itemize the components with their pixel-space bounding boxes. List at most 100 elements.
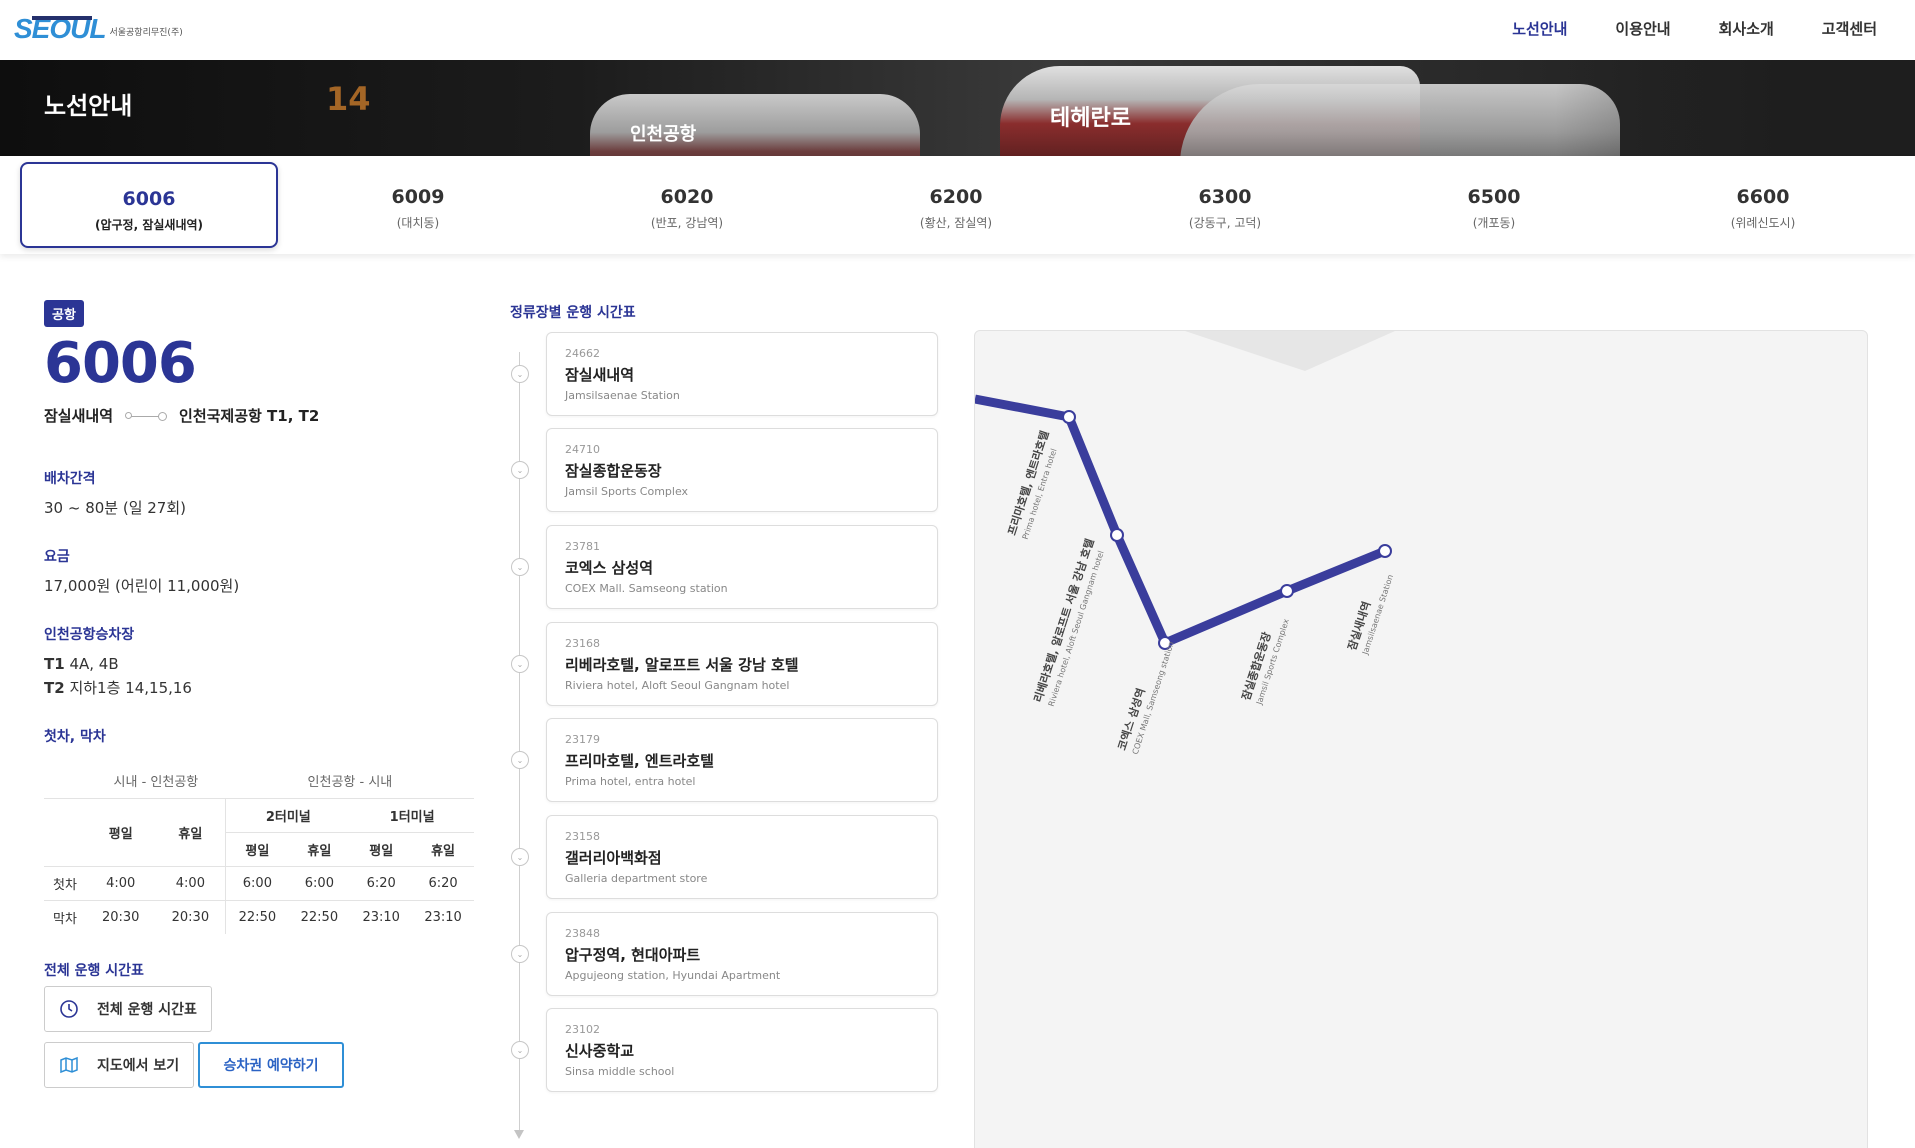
- tab-subtitle: (반포, 강남역): [650, 216, 724, 230]
- stop-name-en: COEX Mall. Samseong station: [565, 582, 728, 595]
- nav-route-info[interactable]: 노선안내: [1512, 18, 1567, 39]
- stop-card[interactable]: 23848 압구정역, 현대아파트 Apgujeong station, Hyu…: [546, 912, 938, 996]
- col-weekday: 평일: [225, 831, 289, 866]
- full-schedule-button-label: 전체 운행 시간표: [97, 1002, 197, 1018]
- tab-number: 6300: [1198, 186, 1252, 208]
- chevron-down-icon: ⌄: [511, 848, 529, 866]
- tab-6020[interactable]: 6020 (반포, 강남역): [558, 162, 816, 248]
- table-cell: 20:30: [86, 899, 156, 934]
- stop-card[interactable]: 23781 코엑스 삼성역 COEX Mall. Samseong statio…: [546, 525, 938, 609]
- table-row: 막차 20:30 20:30 22:50 22:50 23:10 23:10: [44, 899, 474, 934]
- tab-subtitle: (강동구, 고덕): [1188, 216, 1262, 230]
- stop-name: 리베라호텔, 알로프트 서울 강남 호텔: [565, 656, 799, 674]
- stop-name-en: Galleria department store: [565, 872, 708, 885]
- chevron-down-icon: ⌄: [511, 558, 529, 576]
- tab-subtitle: (황산, 잠실역): [919, 216, 993, 230]
- table-cell: 6:20: [350, 865, 413, 900]
- stop-name: 잠실종합운동장: [565, 462, 662, 480]
- chevron-down-icon: ⌄: [511, 655, 529, 673]
- nav-customer-center[interactable]: 고객센터: [1822, 18, 1877, 39]
- tab-6500[interactable]: 6500 (개포동): [1365, 162, 1623, 248]
- tab-6009[interactable]: 6009 (대치동): [289, 162, 547, 248]
- stop-name: 프리마호텔, 엔트라호텔: [565, 752, 714, 770]
- col-terminal-2: 2터미널: [225, 797, 351, 832]
- chevron-down-icon: ⌄: [511, 1041, 529, 1059]
- map-stop-marker[interactable]: [1062, 410, 1076, 424]
- route-map[interactable]: 프리마호텔, 엔트라호텔 Prima hotel, Entra hotel 리베…: [974, 330, 1868, 1148]
- t1-value: 4A, 4B: [69, 655, 119, 673]
- table-cell: 6:00: [225, 865, 289, 900]
- stop-name: 코엑스 삼성역: [565, 559, 654, 577]
- stop-code: 23848: [565, 927, 600, 940]
- hero-bus-image: [1180, 84, 1620, 156]
- stop-name: 압구정역, 현대아파트: [565, 946, 701, 964]
- stop-card[interactable]: 23168 리베라호텔, 알로프트 서울 강남 호텔 Riviera hotel…: [546, 622, 938, 706]
- stop-card[interactable]: 23102 신사중학교 Sinsa middle school: [546, 1008, 938, 1092]
- chevron-down-icon: ⌄: [511, 751, 529, 769]
- stop-card[interactable]: 23158 갤러리아백화점 Galleria department store: [546, 815, 938, 899]
- tab-number: 6200: [929, 186, 983, 208]
- map-stop-marker[interactable]: [1110, 528, 1124, 542]
- company-logo[interactable]: SEOUL 서울공항리무진(주): [14, 14, 183, 44]
- logo-bar: [32, 16, 92, 20]
- map-stop-marker[interactable]: [1280, 584, 1294, 598]
- stop-name-en: Sinsa middle school: [565, 1065, 675, 1078]
- route-type-badge: 공항: [44, 300, 84, 327]
- stop-name-en: Riviera hotel, Aloft Seoul Gangnam hotel: [565, 679, 790, 692]
- first-last-label: 첫차, 막차: [44, 729, 106, 745]
- reserve-ticket-button-label: 승차권 예약하기: [223, 1058, 319, 1074]
- first-last-table: 시내 - 인천공항 인천공항 - 시내 평일 휴일 2터미널 1터미널 평일 휴…: [44, 764, 474, 934]
- table-cell: 6:00: [288, 865, 351, 900]
- global-nav: 노선안내 이용안내 회사소개 고객센터: [1512, 18, 1877, 39]
- route-tabs: 6006 (압구정, 잠실새내역) 6009 (대치동) 6020 (반포, 강…: [0, 156, 1915, 254]
- col-weekday: 평일: [350, 831, 413, 866]
- interval-label: 배차간격: [44, 471, 96, 487]
- stop-code: 24710: [565, 443, 600, 456]
- stop-code: 24662: [565, 347, 600, 360]
- chevron-down-icon: ⌄: [511, 945, 529, 963]
- row-label: 첫차: [44, 865, 86, 900]
- map-stop-marker[interactable]: [1378, 544, 1392, 558]
- stop-name: 신사중학교: [565, 1042, 635, 1060]
- route-map-canvas: 프리마호텔, 엔트라호텔 Prima hotel, Entra hotel 리베…: [975, 331, 1395, 756]
- view-map-button[interactable]: 지도에서 보기: [44, 1042, 194, 1088]
- stop-code: 23168: [565, 637, 600, 650]
- hero-shade: [1555, 60, 1915, 156]
- tab-subtitle: (개포동): [1472, 216, 1516, 230]
- table-cell: 4:00: [86, 865, 156, 900]
- stop-card[interactable]: 24710 잠실종합운동장 Jamsil Sports Complex: [546, 428, 938, 512]
- hero-bg-number: 14: [326, 80, 371, 118]
- tab-6006[interactable]: 6006 (압구정, 잠실새내역): [20, 162, 278, 248]
- route-info-panel: 공항 6006 잠실새내역 인천국제공항 T1, T2 배차간격 30 ~ 80…: [44, 300, 474, 980]
- tab-number: 6600: [1736, 186, 1790, 208]
- stop-card[interactable]: 24662 잠실새내역 Jamsilsaenae Station: [546, 332, 938, 416]
- tab-number: 6009: [391, 186, 445, 208]
- nav-usage-info[interactable]: 이용안내: [1615, 18, 1670, 39]
- t2-value: 지하1층 14,15,16: [69, 679, 192, 697]
- col-terminal-1: 1터미널: [350, 797, 474, 832]
- group-city-airport: 시내 - 인천공항: [113, 775, 199, 791]
- tab-number: 6020: [660, 186, 714, 208]
- route-destination: 인천국제공항 T1, T2: [179, 407, 320, 425]
- route-number: 6006: [44, 331, 197, 396]
- reserve-ticket-button[interactable]: 승차권 예약하기: [198, 1042, 344, 1088]
- chevron-down-icon: ⌄: [511, 365, 529, 383]
- chevron-down-icon: ⌄: [511, 461, 529, 479]
- table-cell: 23:10: [350, 899, 413, 934]
- col-holiday: 휴일: [412, 831, 474, 866]
- tab-number: 6006: [122, 188, 176, 210]
- table-row: 첫차 4:00 4:00 6:00 6:00 6:20 6:20: [44, 865, 474, 900]
- tab-6600[interactable]: 6600 (위례신도시): [1634, 162, 1892, 248]
- tab-6200[interactable]: 6200 (황산, 잠실역): [827, 162, 1085, 248]
- col-weekday: 평일: [86, 797, 156, 866]
- full-schedule-label: 전체 운행 시간표: [44, 963, 144, 979]
- stop-code: 23179: [565, 733, 600, 746]
- stop-card[interactable]: 23179 프리마호텔, 엔트라호텔 Prima hotel, entra ho…: [546, 718, 938, 802]
- stop-code: 23102: [565, 1023, 600, 1036]
- full-schedule-button[interactable]: 전체 운행 시간표: [44, 986, 212, 1032]
- nav-company[interactable]: 회사소개: [1719, 18, 1774, 39]
- fare-label: 요금: [44, 549, 70, 565]
- clock-icon: [60, 1000, 78, 1018]
- interval-value: 30 ~ 80분 (일 27회): [44, 499, 187, 517]
- tab-6300[interactable]: 6300 (강동구, 고덕): [1096, 162, 1354, 248]
